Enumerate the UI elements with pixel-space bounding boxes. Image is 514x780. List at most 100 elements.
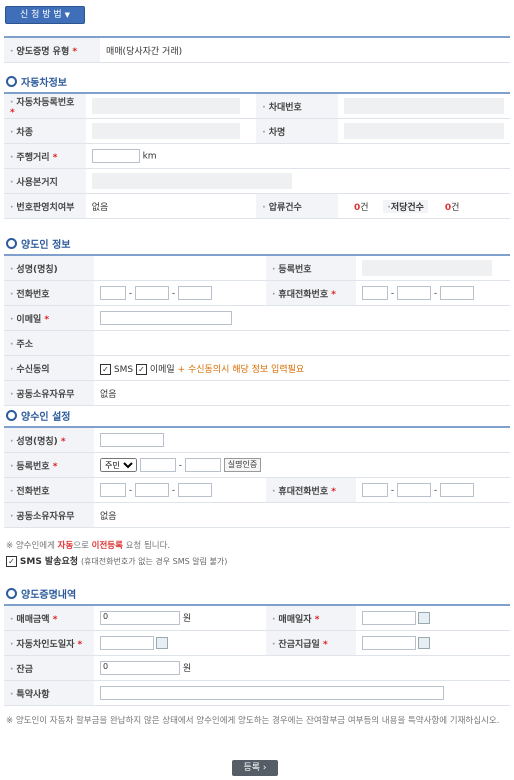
sale-amount-input[interactable]: 0	[100, 611, 180, 626]
sms-request-checkbox[interactable]: ✓	[6, 556, 17, 567]
seller-phone-3[interactable]	[177, 286, 212, 300]
buyer-name-label: · 성명(명칭) *	[4, 427, 94, 453]
balance-unit: 원	[182, 663, 192, 674]
seller-mobile-2[interactable]	[396, 286, 431, 300]
seller-mobile-3[interactable]	[439, 286, 474, 300]
seizure-unit: 건	[360, 202, 369, 213]
transfer-type-table: · 양도증명 유형 * 매매(당사자간 거래)	[4, 36, 510, 63]
buyer-mobile-inputs: - -	[356, 477, 510, 503]
sale-date-label: · 매매일자 *	[266, 605, 356, 631]
seller-mobile-inputs: - -	[356, 280, 510, 306]
mileage-unit: km	[142, 151, 157, 162]
circle-bullet-icon	[6, 238, 17, 249]
seller-co-owner-value: 없음	[94, 380, 510, 406]
calendar-icon[interactable]	[418, 637, 430, 649]
seller-address-label: · 주소	[4, 330, 94, 356]
chevron-right-icon: ›	[262, 763, 267, 773]
sms-request-row: ✓ SMS 발송요청 (휴대전화번호가 없는 경우 SMS 알림 불가)	[6, 554, 227, 567]
buyer-phone-1[interactable]	[100, 483, 126, 497]
special-terms-label: · 특약사항	[4, 680, 94, 706]
delivery-date-input[interactable]	[100, 636, 154, 650]
buyer-mobile-2[interactable]	[396, 483, 431, 497]
buyer-table: · 성명(명칭) * · 등록번호 * 주민 - 실명인증 · 전화번호 - - · 휴…	[4, 426, 510, 528]
plate-value: 없음	[85, 193, 257, 219]
chevron-down-icon: ▼	[64, 11, 71, 19]
plate-label: · 번호판영치여부	[4, 193, 86, 219]
base-location-field	[91, 173, 292, 189]
seizure-count-label: · 압류건수	[256, 193, 338, 219]
calendar-icon[interactable]	[418, 612, 430, 624]
seller-co-owner-label: · 공동소유자유무	[4, 380, 94, 406]
seller-phone-2[interactable]	[134, 286, 169, 300]
apply-method-label: 신 청 방 법	[19, 10, 62, 20]
buyer-reg-type-select[interactable]: 주민	[100, 458, 137, 472]
calendar-icon[interactable]	[156, 637, 168, 649]
buyer-reg-label: · 등록번호 *	[4, 452, 94, 478]
circle-bullet-icon	[6, 588, 17, 599]
circle-bullet-icon	[6, 76, 17, 87]
vehicle-type-field	[91, 123, 240, 139]
seller-phone-inputs: - -	[94, 280, 266, 306]
seller-section-title: 양도인 정보	[6, 236, 70, 251]
buyer-phone-3[interactable]	[177, 483, 212, 497]
sms-consent-label: SMS	[113, 364, 134, 375]
sale-date-input[interactable]	[362, 611, 416, 625]
buyer-mobile-3[interactable]	[439, 483, 474, 497]
vehicle-type-label: · 차종	[4, 118, 86, 144]
seller-phone-1[interactable]	[100, 286, 126, 300]
buyer-reg-1[interactable]	[139, 458, 176, 472]
seller-mobile-1[interactable]	[362, 286, 388, 300]
buyer-mobile-label: · 휴대전화번호 *	[266, 477, 356, 503]
vehicle-section-title: 자동차정보	[6, 74, 67, 89]
balance-label: · 잔금	[4, 655, 94, 681]
consent-label: · 수신동의	[4, 355, 94, 381]
email-consent-label: 이메일	[149, 364, 175, 375]
seller-reg-field	[362, 260, 492, 276]
base-location-label: · 사용본거지	[4, 168, 86, 194]
buyer-co-owner-label: · 공동소유자유무	[4, 502, 94, 528]
buyer-phone-inputs: - -	[94, 477, 266, 503]
vin-label: · 차대번호	[256, 93, 338, 119]
transfer-type-value: 매매(당사자간 거래)	[100, 37, 510, 63]
mileage-input[interactable]	[91, 149, 140, 163]
vin-field	[344, 98, 504, 114]
delivery-date-label: · 자동차인도일자 *	[4, 630, 94, 656]
seller-mobile-label: · 휴대전화번호 *	[266, 280, 356, 306]
buyer-co-owner-value: 없음	[94, 502, 510, 528]
consent-note: + 수신동의시 해당 정보 입력필요	[177, 364, 305, 375]
mortgage-unit: 건	[451, 202, 460, 213]
special-terms-input[interactable]	[100, 686, 444, 700]
vehicle-table: · 자동차등록번호 * · 차대번호 · 차종 · 차명 · 주행거리 * km · 사용본…	[4, 92, 510, 219]
seller-email-input[interactable]	[100, 311, 232, 325]
sale-amount-unit: 원	[182, 613, 192, 624]
balance-date-input[interactable]	[362, 636, 416, 650]
sms-consent-checkbox[interactable]: ✓	[100, 363, 111, 375]
balance-date-label: · 잔금지급일 *	[266, 630, 356, 656]
vehicle-name-field	[344, 123, 504, 139]
verify-name-button[interactable]: 실명인증	[223, 458, 262, 472]
apply-method-button[interactable]: 신 청 방 법 ▼	[5, 6, 85, 24]
submit-button[interactable]: 등록 ›	[232, 760, 278, 776]
transfer-notice: ※ 양수인에게 자동으로 이전등록 요청 됩니다.	[6, 541, 171, 551]
vehicle-reg-no-label: · 자동차등록번호 *	[4, 93, 86, 119]
buyer-phone-label: · 전화번호	[4, 477, 94, 503]
seller-name-label: · 성명(명칭)	[4, 255, 94, 281]
buyer-phone-2[interactable]	[134, 483, 169, 497]
vehicle-name-label: · 차명	[256, 118, 338, 144]
buyer-reg-2[interactable]	[184, 458, 221, 472]
balance-input[interactable]: 0	[100, 661, 180, 676]
seller-email-label: · 이메일 *	[4, 305, 94, 331]
buyer-mobile-1[interactable]	[362, 483, 388, 497]
seller-reg-label: · 등록번호	[266, 255, 356, 281]
seller-phone-label: · 전화번호	[4, 280, 94, 306]
mileage-label: · 주행거리 *	[4, 143, 86, 169]
sms-request-label: SMS 발송요청	[19, 557, 79, 567]
buyer-name-input[interactable]	[100, 433, 164, 447]
circle-bullet-icon	[6, 410, 17, 421]
details-section-title: 양도증명내역	[6, 586, 76, 601]
installment-notice: ※ 양도인이 자동차 할부금을 완납하지 않은 상태에서 양수인에게 양도하는 …	[6, 716, 500, 726]
seller-table: · 성명(명칭) · 등록번호 · 전화번호 - - · 휴대전화번호 * - - · 이…	[4, 254, 510, 406]
sale-amount-label: · 매매금액 *	[4, 605, 94, 631]
details-table: · 매매금액 * 0 원 · 매매일자 * · 자동차인도일자 * · 잔금지급일 * …	[4, 604, 510, 706]
email-consent-checkbox[interactable]: ✓	[135, 363, 147, 375]
